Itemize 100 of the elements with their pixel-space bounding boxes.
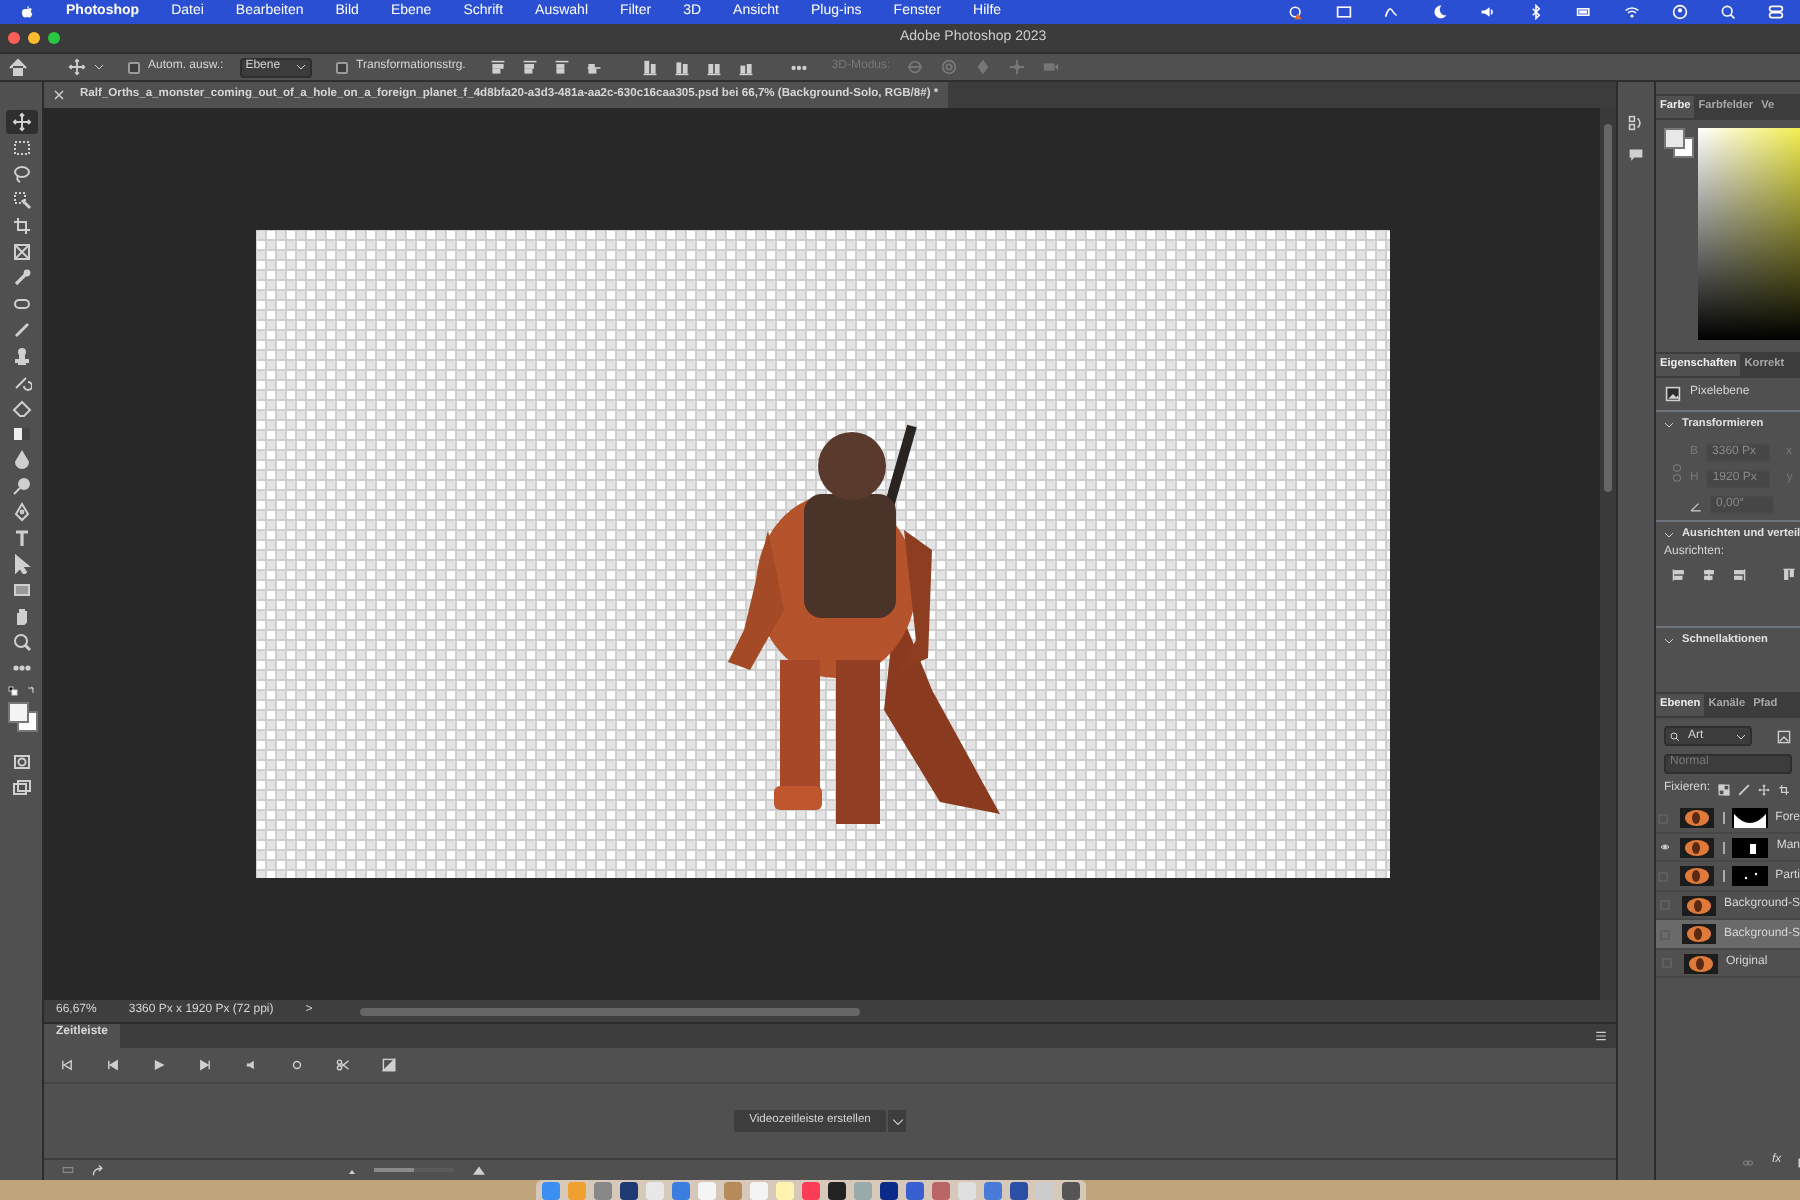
audio-icon[interactable] (244, 1058, 258, 1072)
type-icon (12, 528, 32, 548)
screen-mode-icon (12, 778, 32, 798)
close-window-button[interactable] (8, 32, 20, 44)
comment-icon[interactable] (1628, 148, 1644, 164)
chevron-icon[interactable] (1664, 529, 1674, 539)
default-colors-icon[interactable] (8, 686, 18, 696)
caret-icon (891, 1115, 904, 1127)
vertical-scrollbar[interactable] (1604, 124, 1612, 492)
caret-icon (1736, 731, 1746, 742)
rectangle-icon (12, 580, 32, 600)
eye-icon[interactable] (1657, 842, 1672, 853)
zoom-out-icon[interactable] (346, 1165, 358, 1175)
quick-mask-icon (12, 752, 32, 772)
color-field[interactable] (1698, 128, 1800, 340)
visibility-toggle[interactable] (1658, 871, 1669, 882)
auto-select-checkbox[interactable] (128, 61, 140, 73)
quick-selection-icon (12, 190, 32, 210)
signature-icon[interactable] (1384, 4, 1400, 20)
frame-icon (12, 242, 32, 262)
zoom-in-icon[interactable] (470, 1164, 488, 1176)
visibility-toggle[interactable] (1658, 813, 1669, 824)
lock-frame-icon[interactable] (1778, 783, 1791, 796)
distribute-icon[interactable] (705, 59, 722, 75)
first-frame-icon[interactable] (60, 1058, 74, 1072)
wifi-icon[interactable] (1624, 4, 1640, 20)
distribute-icon[interactable] (641, 59, 658, 75)
lock-move-icon[interactable] (1758, 783, 1771, 796)
layer-thumbnail (1681, 924, 1716, 945)
zoom-window-button[interactable] (48, 32, 60, 44)
horizontal-scrollbar[interactable] (360, 1007, 861, 1015)
caret-icon[interactable] (94, 62, 104, 72)
align-icon[interactable] (489, 59, 506, 75)
image-filter-icon[interactable] (1776, 729, 1792, 744)
dropdown-button[interactable] (888, 1110, 907, 1132)
scissors-icon[interactable] (336, 1058, 350, 1072)
volume-icon[interactable] (1480, 4, 1496, 20)
history-brush-icon (12, 372, 32, 392)
lock-brush-icon[interactable] (1738, 783, 1751, 796)
apple-icon (20, 4, 34, 20)
move-tool[interactable] (6, 110, 38, 134)
pen-icon (12, 502, 32, 522)
visibility-toggle[interactable] (1659, 900, 1670, 911)
healing-brush-icon (12, 294, 32, 314)
previous-frame-icon[interactable] (106, 1058, 120, 1072)
gradient-icon (12, 424, 32, 444)
align-top-icon[interactable] (1782, 568, 1796, 583)
distribute-icon[interactable] (737, 59, 754, 75)
user-icon[interactable] (1672, 4, 1688, 20)
chevron-icon[interactable] (1664, 419, 1674, 429)
visibility-toggle[interactable] (1659, 929, 1670, 940)
color-swatches[interactable] (1664, 128, 1694, 158)
zoom-icon (12, 632, 32, 652)
distribute-icon[interactable] (673, 59, 690, 75)
marquee-icon (12, 138, 32, 158)
align-icon[interactable] (585, 59, 602, 75)
close-icon[interactable] (54, 90, 64, 100)
moon-icon[interactable] (1432, 4, 1448, 20)
stamp-icon (12, 346, 32, 366)
transform-controls-checkbox[interactable] (336, 61, 349, 73)
settings-icon[interactable] (290, 1058, 304, 1072)
play-icon[interactable] (152, 1058, 166, 1072)
search-icon[interactable] (1720, 4, 1736, 20)
layer-thumbnail (1684, 953, 1718, 974)
blur-icon (12, 450, 32, 470)
eyedropper-icon (12, 268, 32, 288)
search-icon (1670, 731, 1680, 742)
hand-icon (12, 606, 32, 626)
panel-menu-icon[interactable] (1594, 1030, 1608, 1042)
align-icon[interactable] (1702, 568, 1716, 583)
color-swatches[interactable] (8, 702, 38, 732)
history-icon[interactable] (1628, 114, 1644, 132)
display-icon[interactable] (1336, 4, 1352, 20)
align-icon[interactable] (1672, 568, 1686, 583)
dodge-icon (12, 476, 32, 496)
cloud-warning-icon[interactable] (1288, 4, 1304, 20)
caret-icon (296, 62, 307, 72)
align-icon[interactable] (521, 59, 538, 75)
bluetooth-icon[interactable] (1528, 4, 1544, 20)
move-icon[interactable] (68, 58, 86, 76)
next-frame-icon[interactable] (198, 1058, 212, 1072)
share-icon[interactable] (92, 1163, 106, 1177)
battery-icon[interactable] (1576, 4, 1592, 20)
minimize-window-button[interactable] (28, 32, 40, 44)
control-center-icon[interactable] (1768, 4, 1784, 20)
swap-colors-icon[interactable] (26, 686, 36, 696)
angle-icon (1690, 499, 1702, 511)
pixel-layer-icon (1664, 386, 1682, 402)
align-icon[interactable] (553, 59, 570, 75)
home-icon[interactable] (8, 57, 28, 77)
chevron-icon[interactable] (1664, 635, 1674, 646)
lock-transparent-icon[interactable] (1718, 783, 1731, 796)
transition-icon[interactable] (382, 1058, 396, 1072)
brush-icon (12, 320, 32, 340)
crop-icon (12, 216, 32, 236)
layer-thumbnail (1679, 866, 1714, 887)
align-icon[interactable] (1732, 568, 1746, 583)
layer-thumbnail (1679, 808, 1714, 829)
more-options-icon[interactable] (789, 63, 808, 71)
layer-thumbnail (1681, 895, 1716, 916)
